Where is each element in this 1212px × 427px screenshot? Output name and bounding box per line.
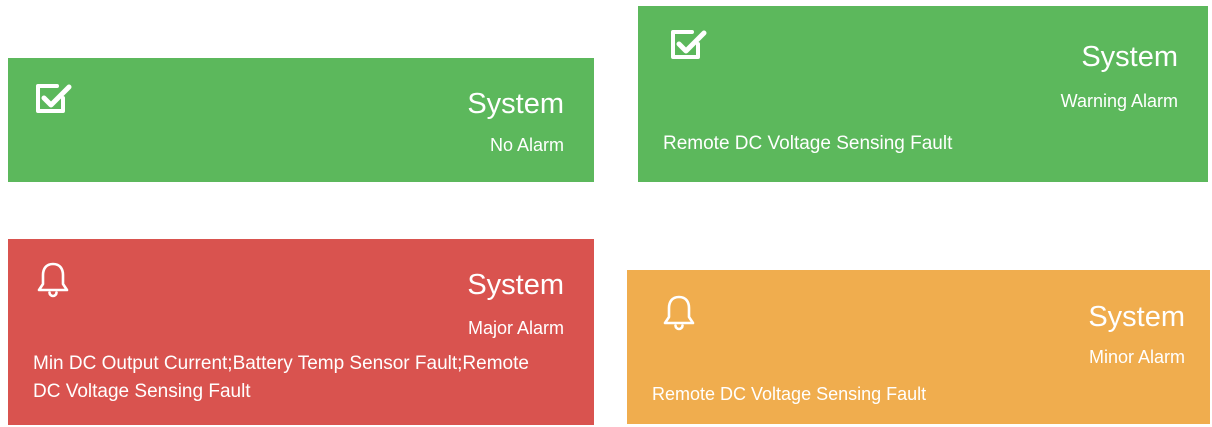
alarm-details: Remote DC Voltage Sensing Fault (652, 384, 927, 404)
alarm-level: Minor Alarm (1088, 347, 1185, 367)
alarm-level: Major Alarm (467, 318, 564, 338)
alarm-details: Min DC Output Current;Battery Temp Senso… (33, 353, 529, 402)
system-status-card-minor[interactable]: System Minor Alarm Remote DC Voltage Sen… (627, 270, 1210, 424)
card-title: System (1088, 301, 1185, 333)
check-square-icon (668, 24, 708, 64)
card-title: System (467, 269, 564, 301)
alarm-level: No Alarm (489, 135, 564, 155)
bell-icon (33, 259, 73, 299)
system-status-card-major[interactable]: System Major Alarm Min DC Output Current… (8, 239, 594, 425)
card-title: System (467, 88, 564, 120)
system-status-card-warning[interactable]: System Warning Alarm Remote DC Voltage S… (638, 6, 1208, 182)
alarm-level: Warning Alarm (1060, 91, 1178, 111)
card-title: System (1081, 41, 1178, 73)
system-status-card-no-alarm[interactable]: System No Alarm (8, 58, 594, 182)
bell-icon (659, 292, 699, 332)
alarm-details: Remote DC Voltage Sensing Fault (663, 133, 953, 154)
check-square-icon (33, 78, 73, 118)
alarm-status-panel: System No Alarm System Warning Alarm Rem… (0, 0, 1212, 427)
